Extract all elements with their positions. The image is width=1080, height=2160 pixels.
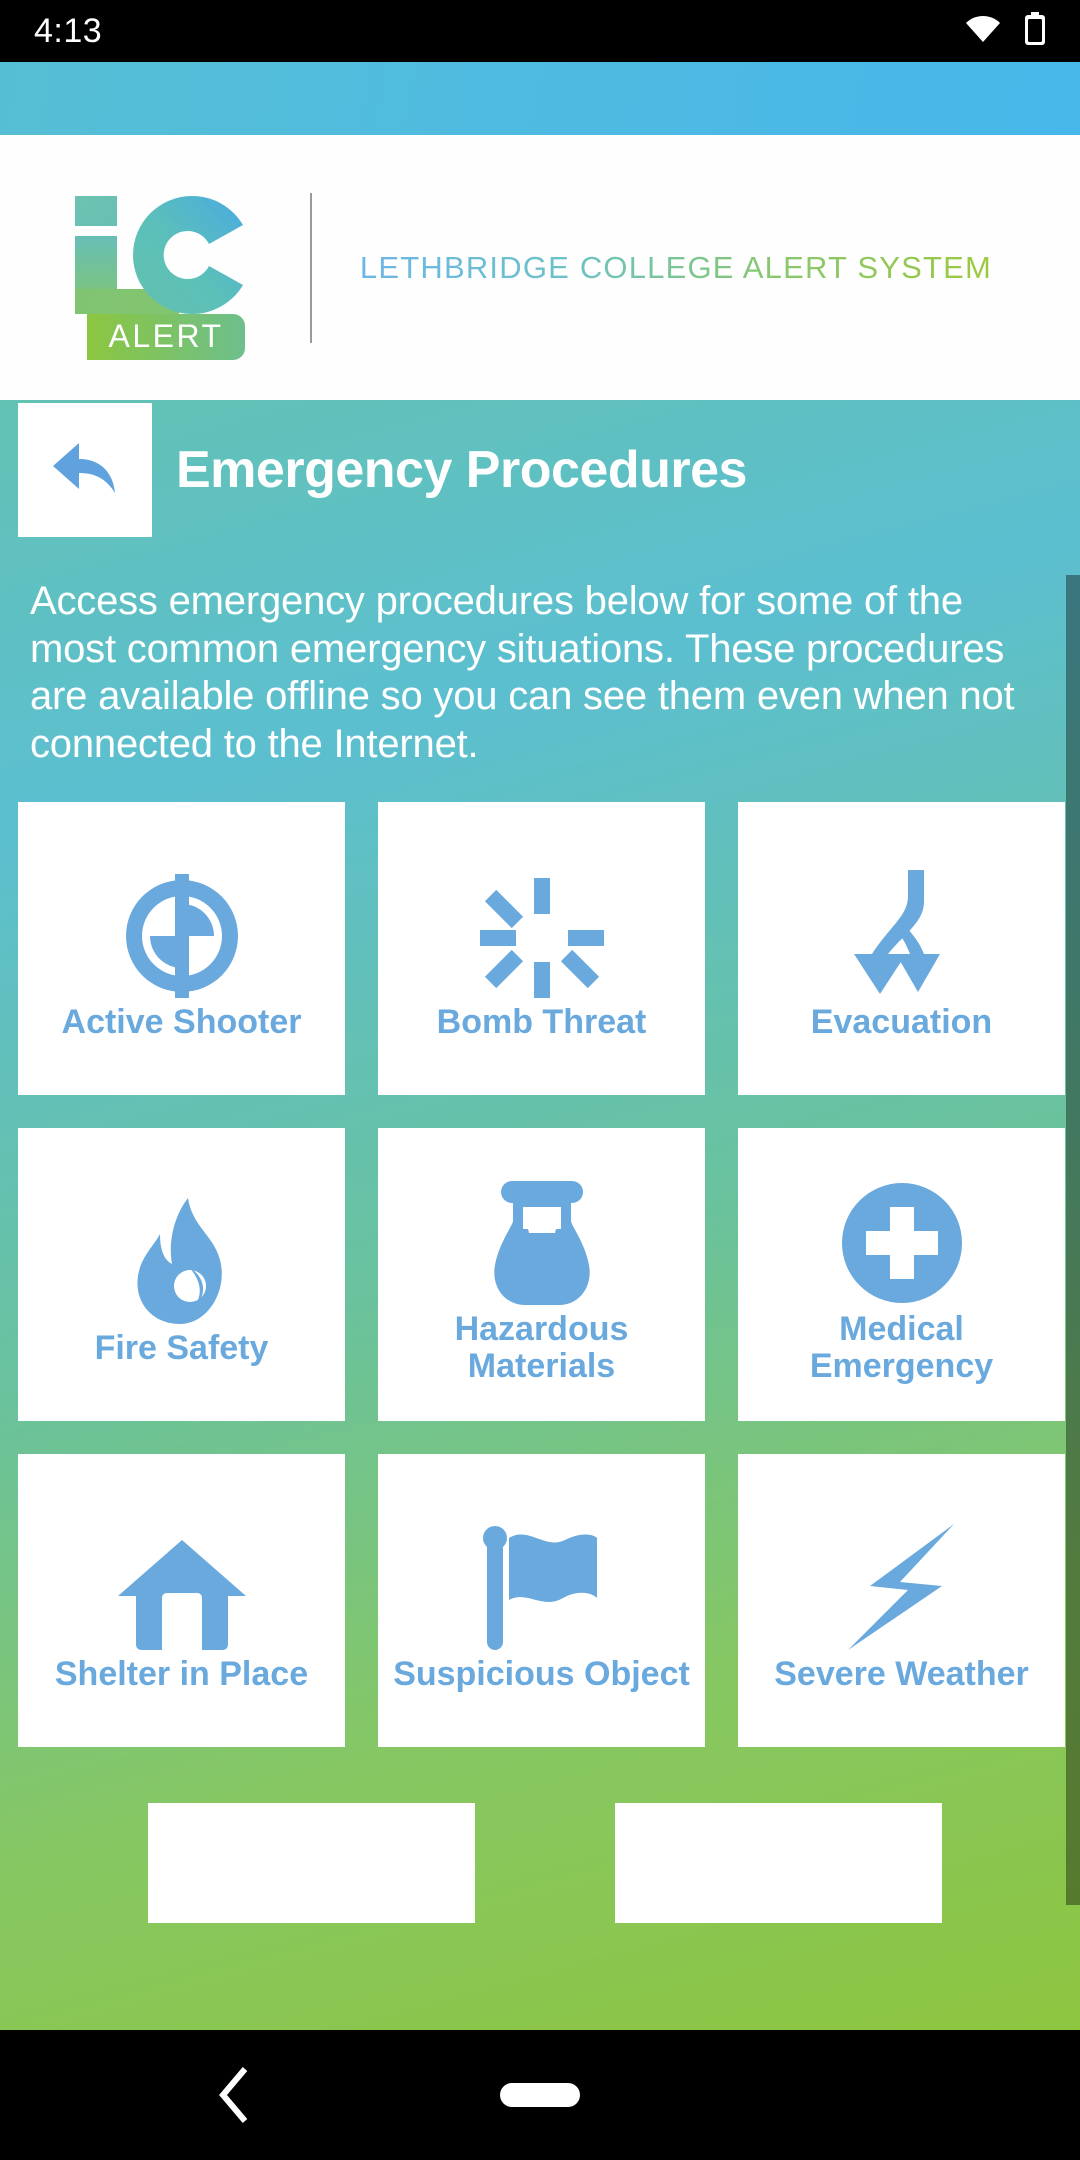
flag-icon (482, 1510, 601, 1650)
logo-alert-text: ALERT (108, 318, 224, 354)
chemical-flask-icon (487, 1165, 597, 1306)
app-title: LETHBRIDGE COLLEGE ALERT SYSTEM (359, 249, 993, 285)
back-arrow-icon (49, 437, 121, 504)
tile-label: Suspicious Object (393, 1654, 690, 1693)
page-header-bar: Emergency Procedures (0, 400, 1080, 540)
tile-severe-weather[interactable]: Severe Weather (738, 1454, 1065, 1748)
tile-hazardous-materials[interactable]: Hazardous Materials (378, 1128, 705, 1422)
explosion-burst-icon (479, 858, 604, 998)
system-nav-bar (0, 2030, 1080, 2160)
battery-icon (1024, 11, 1046, 51)
tile-active-shooter[interactable]: Active Shooter (18, 802, 345, 1096)
medical-cross-circle-icon (840, 1165, 964, 1305)
flame-icon (130, 1184, 234, 1324)
wifi-icon (964, 15, 1002, 48)
logo-letter-c (133, 195, 251, 314)
header-title-container: LETHBRIDGE COLLEGE ALERT SYSTEM (312, 250, 1080, 286)
tile-suspicious-object[interactable]: Suspicious Object (378, 1454, 705, 1748)
top-accent-band (0, 62, 1080, 135)
tile-evacuation[interactable]: Evacuation (738, 802, 1065, 1096)
tile-label: Bomb Threat (436, 1002, 647, 1041)
tile-label: Hazardous Materials (454, 1310, 629, 1385)
nav-back-icon[interactable] (205, 2065, 265, 2125)
back-button[interactable] (18, 403, 152, 537)
tile-fire-safety[interactable]: Fire Safety (18, 1128, 345, 1422)
page-description: Access emergency procedures below for so… (30, 579, 1015, 766)
house-icon (117, 1510, 246, 1650)
partial-cards-row (0, 1803, 1080, 1924)
tile-label: Fire Safety (94, 1328, 269, 1367)
tile-label: Severe Weather (774, 1654, 1029, 1693)
tile-label: Medical Emergency (809, 1310, 994, 1385)
vertical-scrollbar[interactable] (1066, 575, 1080, 1905)
partial-card[interactable] (615, 1803, 942, 1924)
diverging-arrows-icon (840, 858, 964, 998)
tile-medical-emergency[interactable]: Medical Emergency (738, 1128, 1065, 1422)
tile-shelter-in-place[interactable]: Shelter in Place (18, 1454, 345, 1748)
status-bar-icons (964, 11, 1046, 51)
app-header: ALERT LETHBRIDGE COLLEGE ALERT SYSTEM (0, 135, 1080, 400)
tile-label: Active Shooter (61, 1002, 302, 1041)
main-content: Emergency Procedures Access emergency pr… (0, 400, 1080, 2030)
crosshair-target-icon (120, 858, 244, 998)
tile-label: Evacuation (810, 1002, 993, 1041)
status-bar-clock: 4:13 (34, 11, 103, 50)
logo-alert-badge: ALERT (87, 313, 245, 360)
partial-card[interactable] (148, 1803, 475, 1924)
page-title: Emergency Procedures (176, 441, 747, 499)
lightning-bolt-icon (842, 1510, 962, 1650)
status-bar: 4:13 (0, 0, 1080, 62)
procedures-grid: Active Shooter Bomb Threat Evacuation Fi… (0, 768, 1080, 1748)
tile-label: Shelter in Place (54, 1654, 309, 1693)
app-logo[interactable]: ALERT (0, 135, 310, 400)
logo-l-top-bar (75, 195, 117, 226)
nav-home-pill[interactable] (500, 2083, 580, 2107)
tile-bomb-threat[interactable]: Bomb Threat (378, 802, 705, 1096)
